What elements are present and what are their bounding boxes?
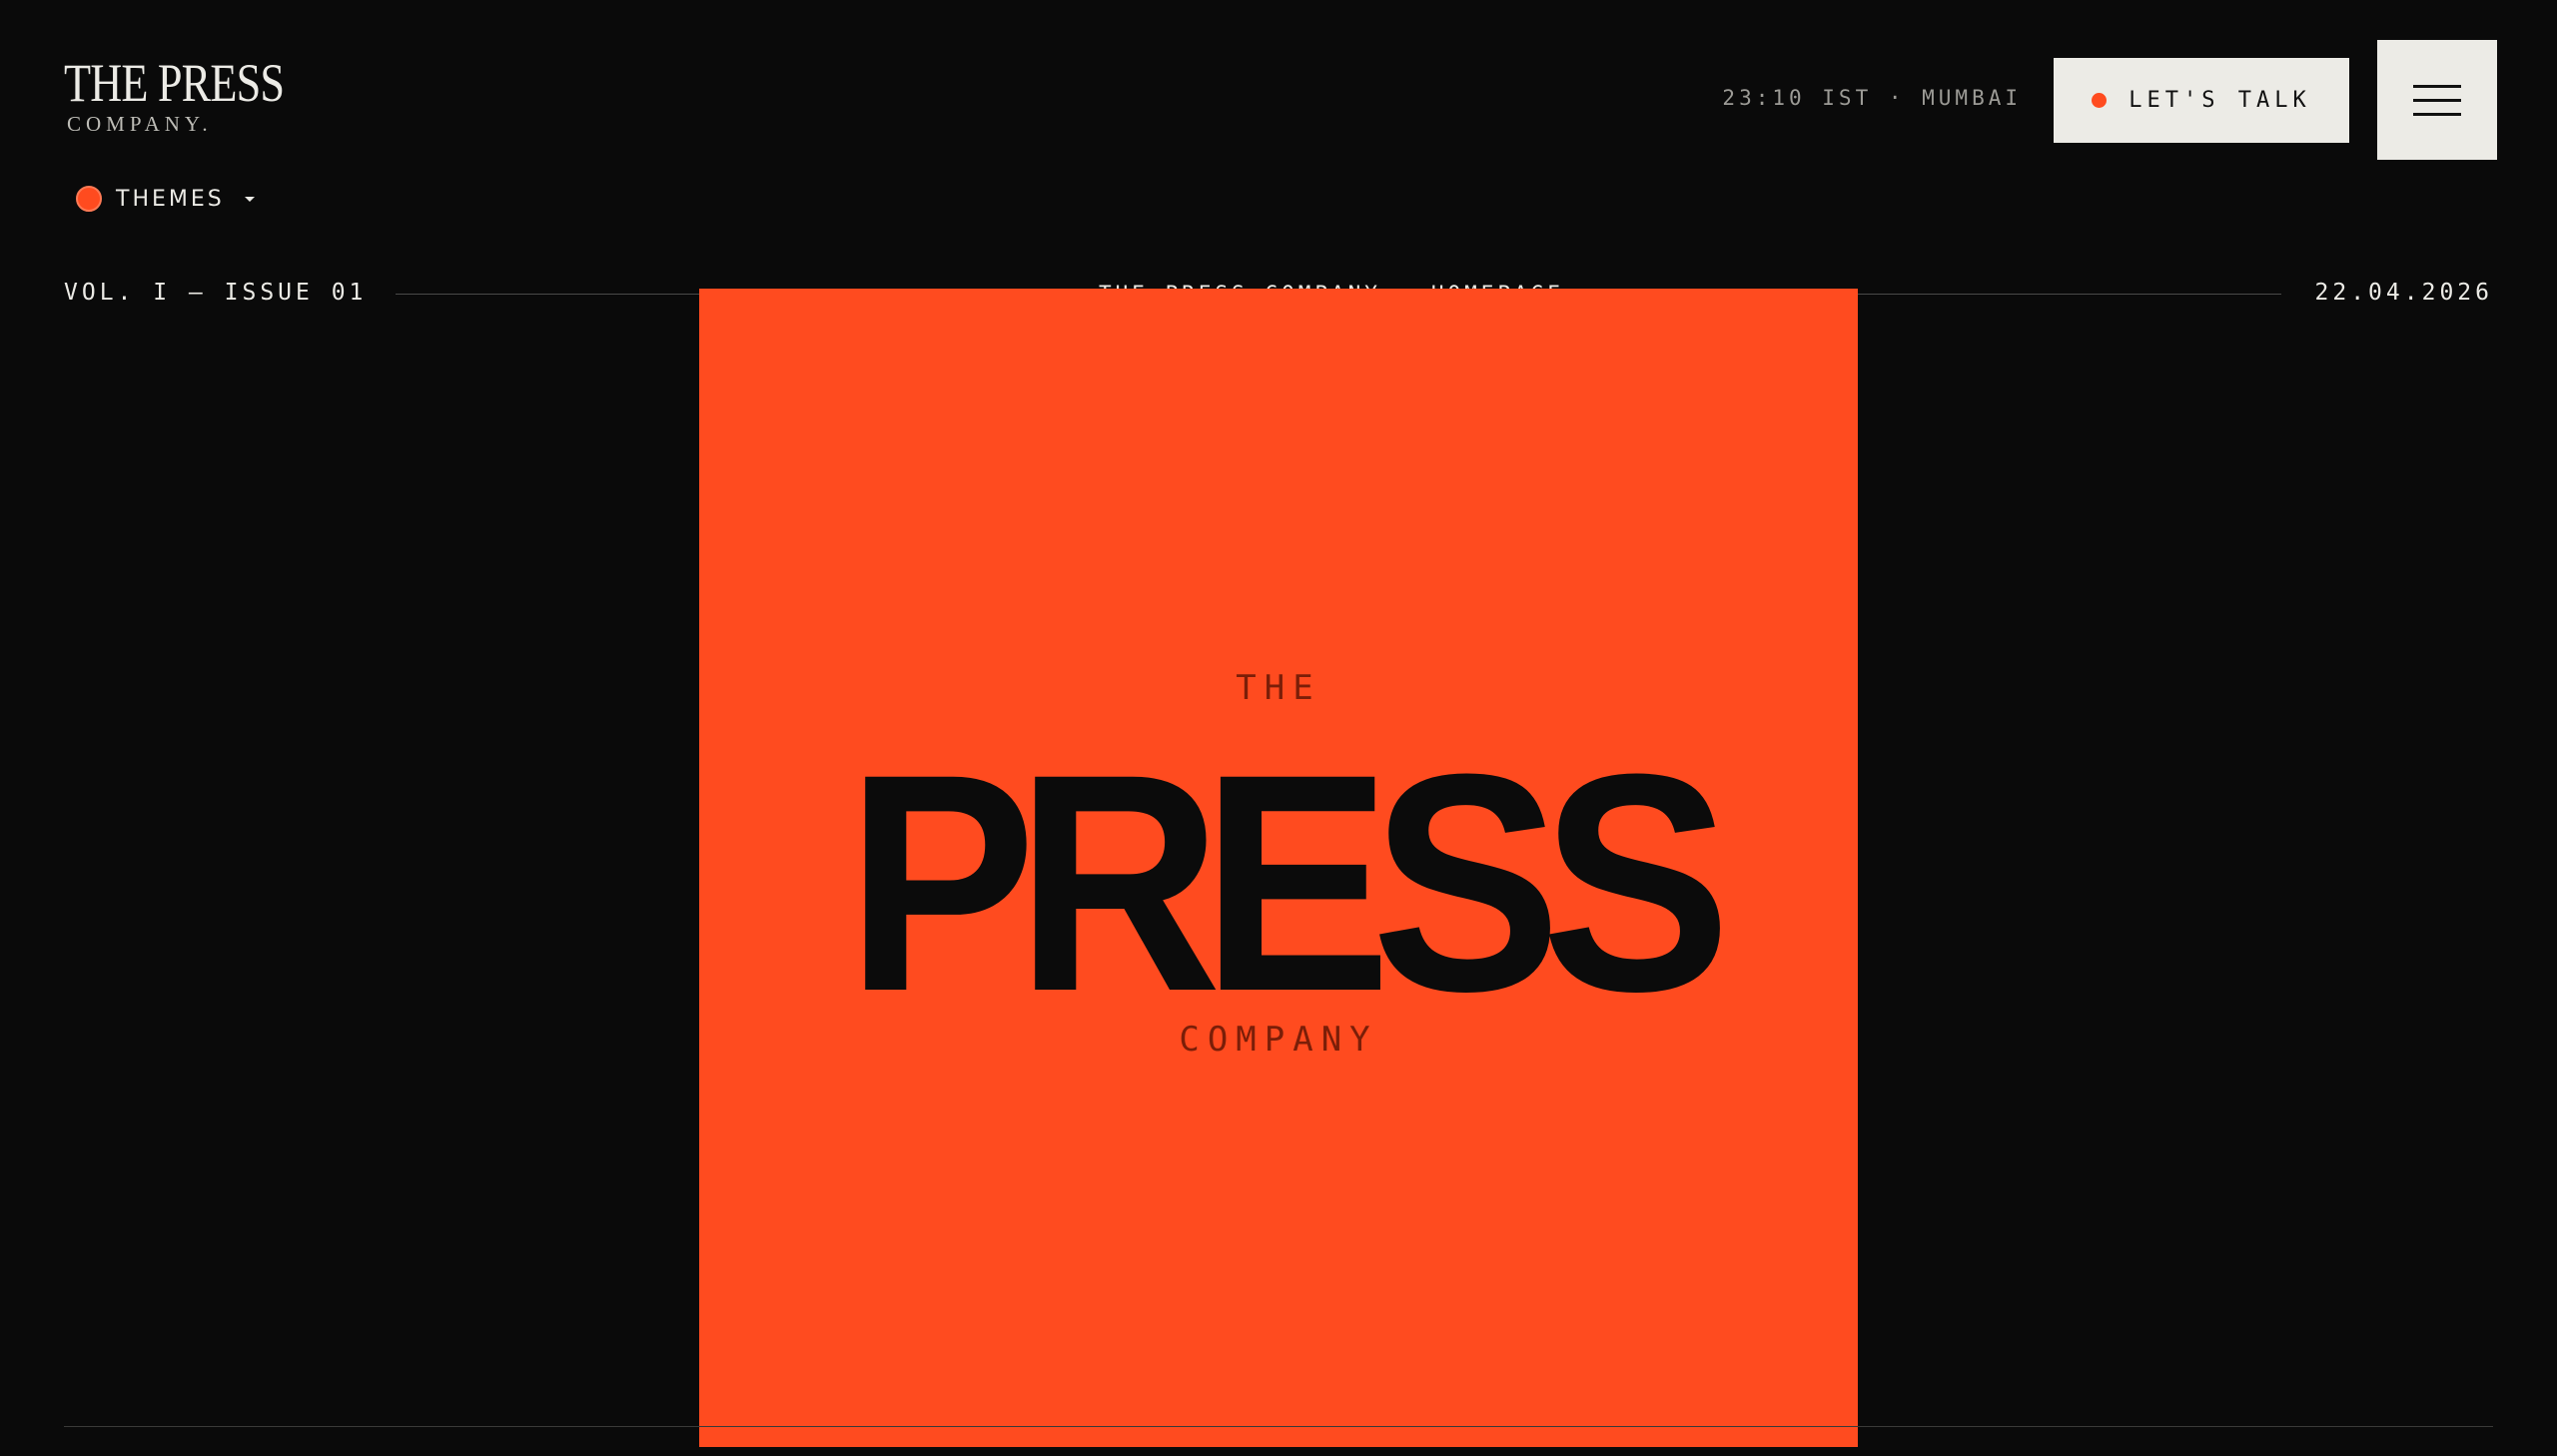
hamburger-menu-icon (2413, 98, 2461, 102)
theme-swatch-icon (76, 186, 102, 212)
status-dot-icon (2092, 93, 2108, 108)
logo-subtitle: COMPANY. (67, 112, 213, 136)
hero-company-label: COMPANY (1179, 1020, 1378, 1060)
issue-label: VOL. I — ISSUE 01 (64, 280, 368, 306)
themes-label: THEMES (116, 186, 225, 212)
themes-dropdown[interactable]: THEMES (76, 186, 255, 212)
hamburger-menu-icon (2413, 112, 2461, 116)
menu-button[interactable] (2377, 40, 2497, 160)
hero-the-label: THE (1236, 668, 1321, 708)
site-logo[interactable]: THE PRESS COMPANY. (64, 56, 333, 137)
hero-press-title: PRESS (846, 709, 1731, 1056)
chevron-down-icon (244, 196, 255, 202)
footer-divider (64, 1426, 2493, 1427)
hero-card[interactable]: THE PRESS COMPANY (699, 289, 1858, 1447)
lets-talk-button[interactable]: LET'S TALK (2054, 58, 2349, 143)
issue-date: 22.04.2026 (2314, 280, 2493, 306)
local-time-readout: 23:10 IST · MUMBAI (1722, 86, 2022, 110)
hamburger-menu-icon (2413, 84, 2461, 88)
logo-wordmark: THE PRESS (64, 53, 285, 113)
lets-talk-label: LET'S TALK (2129, 88, 2311, 113)
